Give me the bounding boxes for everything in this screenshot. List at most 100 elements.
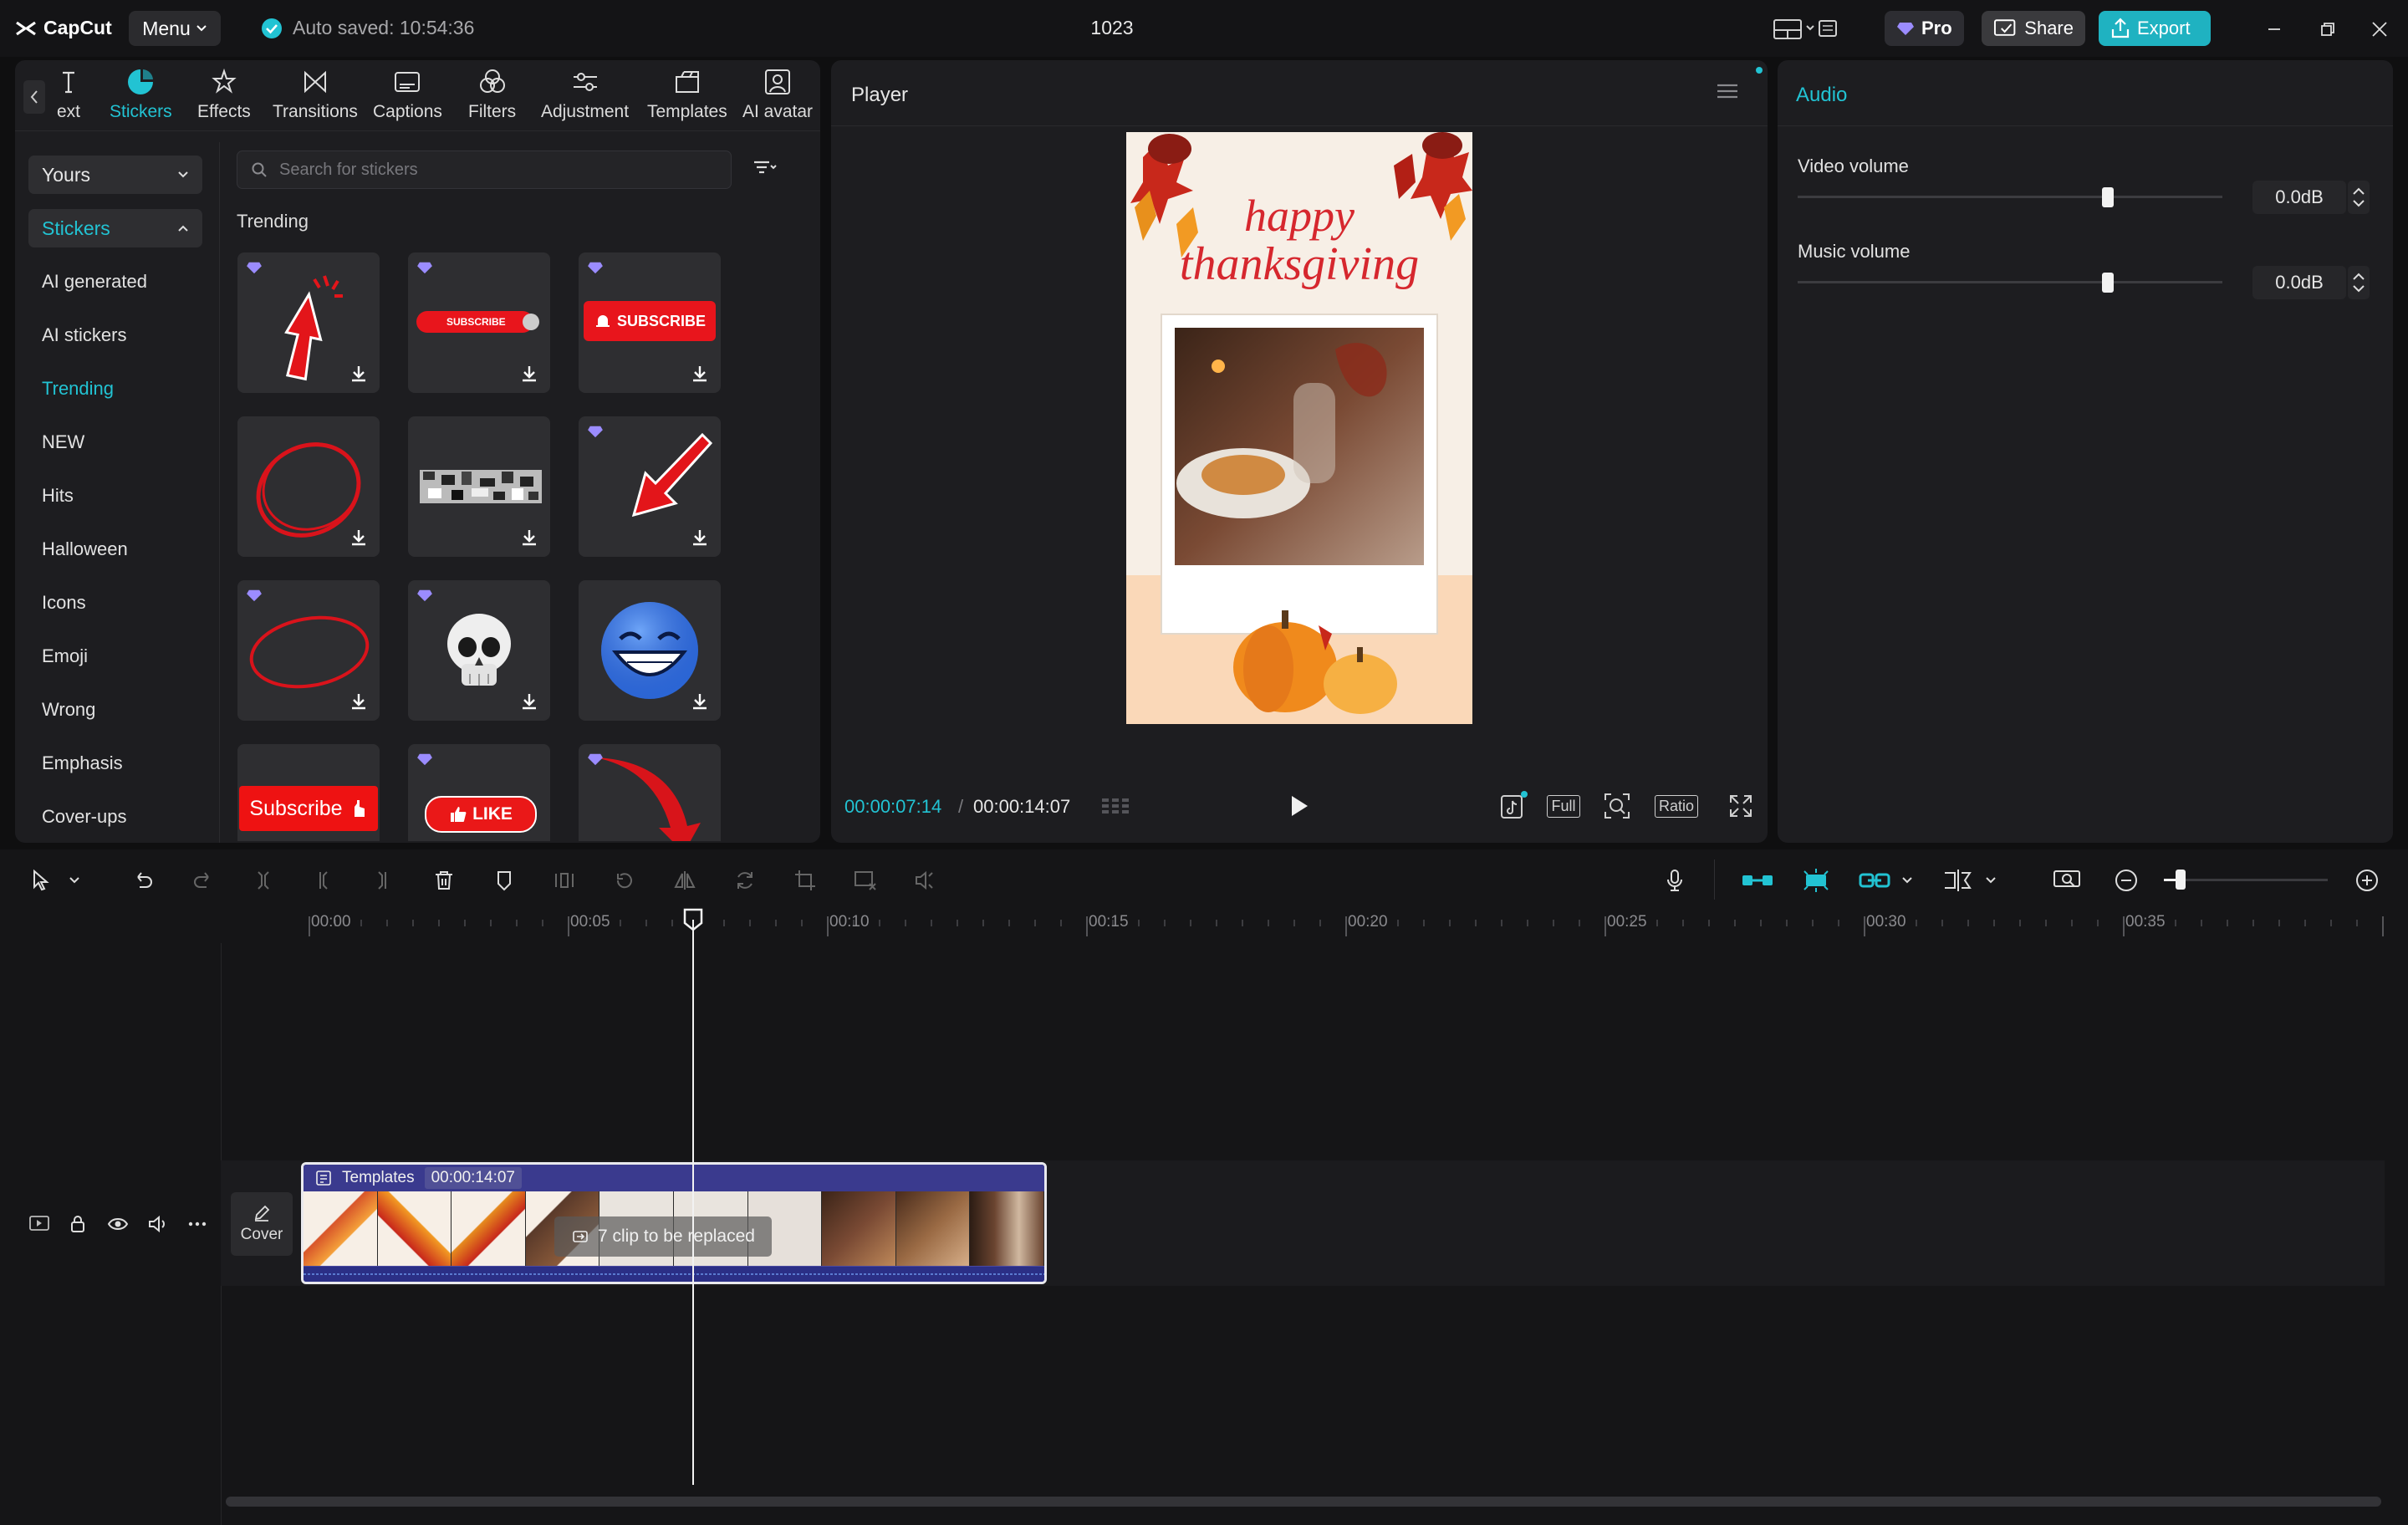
tiktok-preview-button[interactable] <box>1497 789 1530 823</box>
layout-switcher[interactable] <box>1771 11 1838 46</box>
audio-enhance-button[interactable] <box>911 866 940 895</box>
sticker-red-circle-scribble[interactable] <box>237 416 380 557</box>
filter-button[interactable] <box>752 157 778 179</box>
download-icon[interactable] <box>689 691 711 712</box>
template-clip[interactable]: Templates 00:00:14:07 7 clip to be repla… <box>301 1162 1047 1284</box>
export-button[interactable]: Export <box>2099 11 2211 46</box>
music-volume-slider[interactable] <box>1798 281 2222 283</box>
rotate-button[interactable] <box>731 866 759 895</box>
play-button[interactable] <box>1284 789 1314 823</box>
waveform-toggle[interactable] <box>1100 789 1137 823</box>
split-button[interactable] <box>249 866 278 895</box>
sticker-subscribe-small[interactable]: SUBSCRIBE <box>408 252 550 393</box>
music-volume-handle[interactable] <box>2101 273 2114 293</box>
split-right-button[interactable] <box>368 866 396 895</box>
auto-snap-button[interactable] <box>1799 866 1833 895</box>
timeline-scrollbar[interactable] <box>226 1497 2381 1507</box>
tabs-scroll-left-button[interactable] <box>23 80 45 114</box>
source-dropdown[interactable]: Yours <box>28 156 202 194</box>
video-volume-value[interactable]: 0.0dB <box>2252 181 2346 214</box>
record-voice-button[interactable] <box>1661 866 1689 895</box>
mute-track-button[interactable] <box>147 1214 169 1234</box>
audio-title[interactable]: Audio <box>1796 84 1847 107</box>
select-tool-button[interactable] <box>27 866 55 895</box>
preview-axis-button[interactable] <box>1941 866 1975 895</box>
sticker-like-button[interactable]: LIKE <box>408 744 550 841</box>
category-ai-generated[interactable]: AI generated <box>42 271 147 293</box>
undo-button[interactable] <box>129 866 157 895</box>
sticker-red-arrow-click[interactable] <box>237 252 380 393</box>
link-button[interactable] <box>1858 866 1891 895</box>
download-icon[interactable] <box>518 363 540 385</box>
zoom-out-button[interactable] <box>2112 866 2140 895</box>
tab-adjustment[interactable]: Adjustment <box>541 67 629 122</box>
link-dropdown[interactable] <box>1898 866 1916 895</box>
fullscreen-button[interactable] <box>1724 789 1758 823</box>
sticker-subscribe-button[interactable]: Subscribe <box>237 744 380 841</box>
music-volume-value[interactable]: 0.0dB <box>2252 266 2346 299</box>
share-button[interactable]: Share <box>1982 11 2085 46</box>
video-preview[interactable]: happy thanksgiving <box>1126 132 1472 724</box>
sticker-red-curved-arrow[interactable] <box>579 744 721 841</box>
stickers-group-toggle[interactable]: Stickers <box>28 209 202 247</box>
sticker-search[interactable] <box>237 150 732 189</box>
music-volume-stepper[interactable] <box>2348 266 2370 299</box>
download-icon[interactable] <box>518 527 540 548</box>
download-icon[interactable] <box>348 527 370 548</box>
sticker-laughing-face[interactable] <box>579 580 721 721</box>
sticker-skull[interactable] <box>408 580 550 721</box>
sticker-red-ellipse[interactable] <box>237 580 380 721</box>
category-emoji[interactable]: Emoji <box>42 645 88 667</box>
video-volume-slider[interactable] <box>1798 196 2222 198</box>
tab-templates[interactable]: Templates <box>647 67 727 122</box>
crop-button[interactable] <box>791 866 819 895</box>
tab-transitions[interactable]: Transitions <box>273 67 358 122</box>
reverse-button[interactable] <box>610 866 639 895</box>
sticker-red-arrow-down[interactable] <box>579 416 721 557</box>
download-icon[interactable] <box>348 363 370 385</box>
download-icon[interactable] <box>689 527 711 548</box>
playhead[interactable] <box>692 920 694 1485</box>
category-trending[interactable]: Trending <box>42 378 114 400</box>
ratio-button[interactable]: Ratio <box>1650 789 1702 823</box>
category-cover-ups[interactable]: Cover-ups <box>42 806 126 828</box>
video-volume-stepper[interactable] <box>2348 181 2370 214</box>
close-button[interactable] <box>2363 15 2396 43</box>
video-volume-handle[interactable] <box>2101 187 2114 207</box>
preview-axis-dropdown[interactable] <box>1982 866 2000 895</box>
zoom-in-button[interactable] <box>2353 866 2381 895</box>
delete-button[interactable] <box>430 866 458 895</box>
category-ai-stickers[interactable]: AI stickers <box>42 324 126 346</box>
category-wrong[interactable]: Wrong <box>42 699 95 721</box>
full-quality-button[interactable]: Full <box>1545 789 1582 823</box>
category-new[interactable]: NEW <box>42 431 84 453</box>
download-icon[interactable] <box>348 691 370 712</box>
lock-track-button[interactable] <box>69 1214 87 1234</box>
search-input[interactable] <box>278 159 716 181</box>
category-emphasis[interactable]: Emphasis <box>42 752 123 774</box>
sticker-subscribe-bell[interactable]: SUBSCRIBE <box>579 252 721 393</box>
download-icon[interactable] <box>689 363 711 385</box>
download-icon[interactable] <box>518 691 540 712</box>
tab-effects[interactable]: Effects <box>197 67 251 122</box>
tab-filters[interactable]: Filters <box>468 67 516 122</box>
zoom-fit-button[interactable] <box>1600 789 1634 823</box>
zoom-slider-handle[interactable] <box>2175 870 2186 890</box>
select-tool-dropdown[interactable] <box>65 866 84 895</box>
sticker-pixel-censor[interactable] <box>408 416 550 557</box>
menu-button[interactable]: Menu <box>129 11 221 46</box>
zoom-slider[interactable] <box>2164 879 2328 881</box>
track-toggle-button[interactable] <box>28 1214 50 1232</box>
split-left-button[interactable] <box>309 866 338 895</box>
tab-stickers[interactable]: Stickers <box>110 67 172 122</box>
main-track-magnet-button[interactable] <box>1741 866 1774 895</box>
tab-text[interactable]: ext <box>54 67 84 122</box>
pro-button[interactable]: Pro <box>1885 11 1964 46</box>
player-menu-button[interactable] <box>1716 82 1739 100</box>
marker-button[interactable] <box>490 866 518 895</box>
tab-captions[interactable]: Captions <box>373 67 442 122</box>
redo-button[interactable] <box>189 866 217 895</box>
mirror-button[interactable] <box>671 866 699 895</box>
category-hits[interactable]: Hits <box>42 485 74 507</box>
cover-button[interactable]: Cover <box>231 1192 293 1256</box>
